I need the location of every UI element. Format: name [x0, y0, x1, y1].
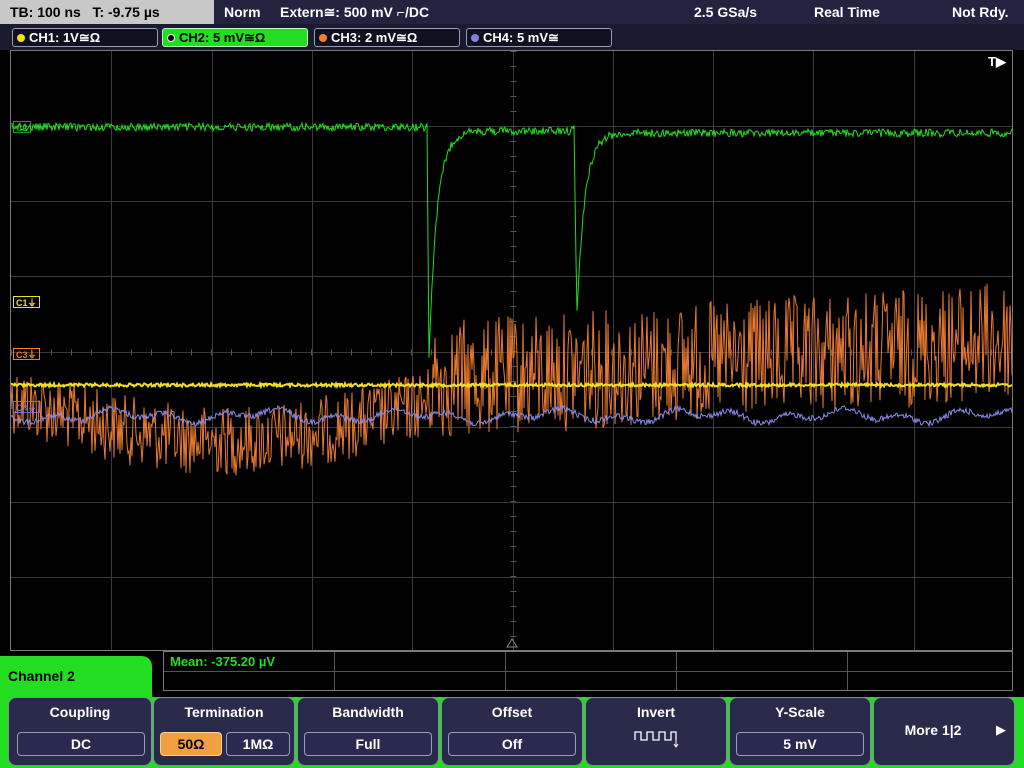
- more-softkey[interactable]: More 1|2 ▶: [873, 697, 1015, 766]
- sample-rate[interactable]: 2.5 GSa/s: [694, 0, 757, 24]
- trigger-mode[interactable]: Norm: [224, 0, 261, 24]
- trigger-time-marker: [506, 638, 518, 648]
- ch3-offset-marker[interactable]: C3⏚: [13, 348, 40, 360]
- bandwidth-value[interactable]: Full: [304, 732, 432, 756]
- tab-ch1-label: CH1: 1V≅Ω: [29, 30, 101, 45]
- trigger-status: Not Rdy.: [952, 4, 1009, 20]
- coupling-softkey[interactable]: Coupling DC: [8, 697, 152, 766]
- waveform-trace: [11, 404, 1012, 428]
- bandwidth-softkey[interactable]: Bandwidth Full: [297, 697, 439, 766]
- measurement-bar: Mean: -375.20 µV: [163, 651, 1013, 691]
- offset-title: Offset: [491, 704, 533, 720]
- yscale-title: Y-Scale: [775, 704, 825, 720]
- coupling-value[interactable]: DC: [17, 732, 145, 756]
- trigger-source[interactable]: Extern≅: 500 mV ⌐/DC: [280, 0, 429, 24]
- more-label: More 1|2: [904, 722, 962, 738]
- bandwidth-title: Bandwidth: [332, 704, 404, 720]
- invert-title: Invert: [636, 704, 676, 720]
- termination-title: Termination: [184, 704, 264, 720]
- ch4-offset-marker[interactable]: C4⏚: [13, 401, 40, 413]
- channel-tab-row: CH1: 1V≅Ω CH2: 5 mV≅Ω CH3: 2 mV≅Ω CH4: 5…: [0, 24, 1024, 50]
- softkey-menu: Coupling DC Termination 50Ω 1MΩ Bandwidt…: [0, 697, 1024, 768]
- mean-measurement[interactable]: Mean: -375.20 µV: [170, 654, 275, 669]
- tab-ch3-label: CH3: 2 mV≅Ω: [331, 30, 418, 45]
- ch2-offset-marker[interactable]: C2: [13, 121, 31, 133]
- tab-ch2[interactable]: CH2: 5 mV≅Ω: [162, 28, 308, 47]
- timebase-readout[interactable]: TB: 100 ns T: -9.75 µs: [0, 0, 214, 24]
- yscale-softkey[interactable]: Y-Scale 5 mV: [729, 697, 871, 766]
- ch2-color-dot: [167, 34, 175, 42]
- ch3-color-dot: [319, 34, 327, 42]
- ch4-color-dot: [471, 34, 479, 42]
- invert-softkey[interactable]: Invert: [585, 697, 727, 766]
- offset-softkey[interactable]: Offset Off: [441, 697, 583, 766]
- offset-value[interactable]: Off: [448, 732, 576, 756]
- top-status-bar: TB: 100 ns T: -9.75 µs Norm Extern≅: 500…: [0, 0, 1024, 24]
- tab-ch4-label: CH4: 5 mV≅: [483, 30, 559, 45]
- menu-channel-label: Channel 2: [0, 656, 152, 701]
- waveform-canvas: [11, 51, 1012, 650]
- trigger-position-marker[interactable]: T▶: [988, 54, 1006, 70]
- tab-ch4[interactable]: CH4: 5 mV≅: [466, 28, 612, 47]
- ch1-color-dot: [17, 34, 25, 42]
- invert-waveform-icon: [634, 731, 679, 748]
- more-arrow-icon: ▶: [996, 722, 1006, 737]
- termination-1mohm-option[interactable]: 1MΩ: [226, 732, 290, 756]
- waveform-trace: [11, 283, 1012, 476]
- tab-ch3[interactable]: CH3: 2 mV≅Ω: [314, 28, 460, 47]
- waveform-display[interactable]: T▶ C1⏚ C2 C3⏚ C4⏚: [10, 50, 1013, 651]
- tab-ch1[interactable]: CH1: 1V≅Ω: [12, 28, 158, 47]
- termination-softkey[interactable]: Termination 50Ω 1MΩ: [153, 697, 295, 766]
- acquisition-mode[interactable]: Real Time: [814, 0, 880, 24]
- waveform-trace: [11, 380, 1012, 390]
- termination-50ohm-option[interactable]: 50Ω: [160, 732, 222, 756]
- yscale-value[interactable]: 5 mV: [736, 732, 864, 756]
- tab-ch2-label: CH2: 5 mV≅Ω: [179, 30, 266, 45]
- coupling-title: Coupling: [49, 704, 111, 720]
- ch1-offset-marker[interactable]: C1⏚: [13, 296, 40, 308]
